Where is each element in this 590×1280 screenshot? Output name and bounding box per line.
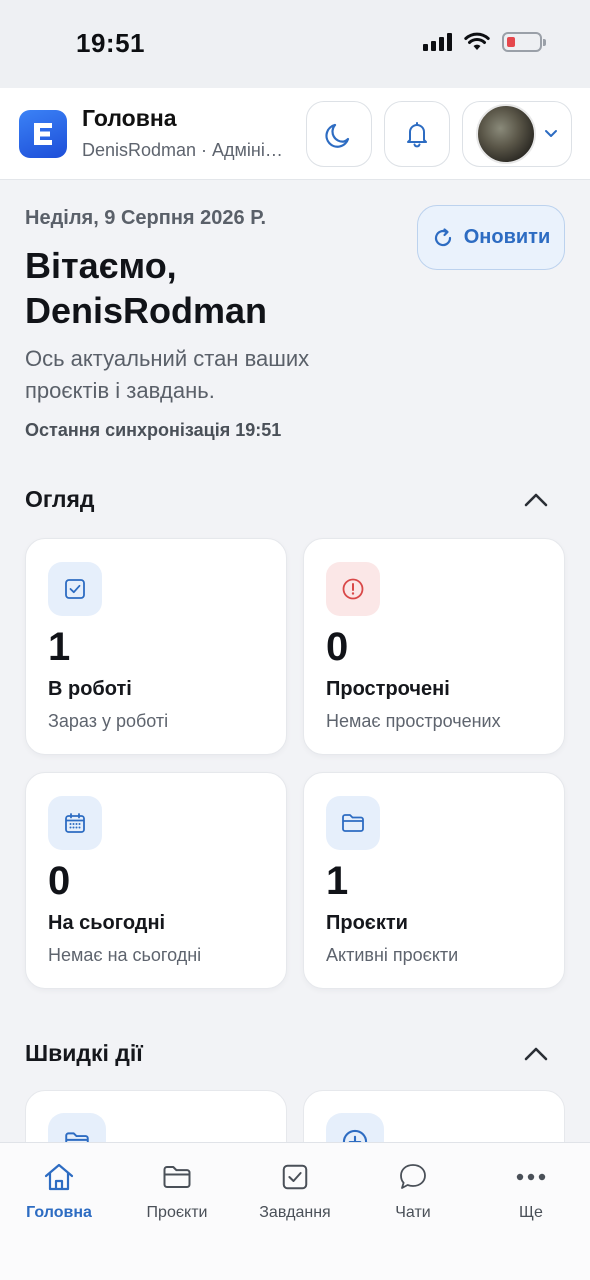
stat-label: Проєкти [326, 912, 408, 934]
greeting-line: Вітаємо, [25, 245, 177, 286]
tab-chats[interactable]: Чати [354, 1143, 472, 1233]
alert-circle-icon [326, 562, 380, 616]
stat-label: В роботі [48, 678, 132, 700]
stat-description: Немає прострочених [326, 711, 501, 731]
chat-icon [400, 1164, 426, 1189]
user-role-subtitle: DenisRodman · Адміністратор [82, 140, 287, 160]
moon-icon [325, 123, 350, 148]
cellular-signal-icon [423, 33, 452, 51]
tab-label: Завдання [259, 1204, 331, 1221]
app-logo[interactable] [19, 110, 67, 158]
theme-toggle-button[interactable] [306, 101, 372, 167]
folder-icon [326, 796, 380, 850]
stat-description: Активні проєкти [326, 945, 459, 965]
home-icon [44, 1163, 74, 1191]
stat-card-in-progress[interactable]: 1 В роботі Зараз у роботі [25, 538, 287, 755]
tab-home[interactable]: Головна [0, 1143, 118, 1233]
checkbox-icon [282, 1164, 308, 1190]
collapse-overview-icon[interactable] [522, 490, 550, 510]
calendar-icon [48, 796, 102, 850]
app-header: Головна DenisRodman · Адміністратор [0, 88, 590, 180]
tab-more[interactable]: Ще [472, 1143, 590, 1233]
stat-label: Прострочені [326, 678, 450, 700]
stat-card-today[interactable]: 0 На сьогодні Немає на сьогодні [25, 772, 287, 989]
hero-description: Ось актуальний стан ваших проєктів і зав… [25, 346, 310, 403]
greeting-heading: Вітаємо, DenisRodman [25, 243, 267, 333]
refresh-icon [434, 227, 451, 246]
stat-value: 1 [326, 859, 349, 903]
status-bar: 19:51 [0, 0, 590, 88]
tab-projects[interactable]: Проєкти [118, 1143, 236, 1233]
wifi-icon [464, 32, 490, 50]
bottom-tab-bar: Головна Проєкти Завдання Чати Ще [0, 1142, 590, 1280]
battery-icon [502, 32, 546, 52]
stat-value: 0 [48, 859, 71, 903]
stat-description: Зараз у роботі [48, 711, 169, 731]
refresh-label: Оновити [463, 226, 551, 248]
home-screen: 19:51 Головна DenisRodman · Адміністрато… [0, 0, 590, 1280]
stat-card-overdue[interactable]: 0 Прострочені Немає прострочених [303, 538, 565, 755]
profile-menu-button[interactable] [462, 101, 572, 167]
last-sync-text: Остання синхронізація 19:51 [25, 420, 282, 440]
page-title: Головна [82, 105, 177, 131]
tab-label: Головна [26, 1204, 92, 1221]
overview-section-title: Огляд [25, 486, 95, 512]
refresh-button[interactable]: Оновити [417, 205, 565, 270]
tab-label: Ще [519, 1204, 543, 1221]
stat-description: Немає на сьогодні [48, 945, 202, 965]
tab-tasks[interactable]: Завдання [236, 1143, 354, 1233]
chevron-down-icon [545, 130, 557, 137]
avatar [476, 104, 536, 164]
bell-icon [407, 122, 427, 148]
quick-actions-section-title: Швидкі дії [25, 1040, 143, 1066]
stat-value: 0 [326, 625, 349, 669]
stat-label: На сьогодні [48, 912, 166, 934]
stat-value: 1 [48, 625, 71, 669]
notifications-button[interactable] [384, 101, 450, 167]
folder-icon [163, 1166, 191, 1188]
collapse-quick-actions-icon[interactable] [522, 1044, 550, 1064]
current-date: Неділя, 9 Серпня 2026 Р. [25, 207, 267, 229]
checkbox-icon [48, 562, 102, 616]
tab-label: Чати [395, 1204, 431, 1221]
stat-card-projects[interactable]: 1 Проєкти Активні проєкти [303, 772, 565, 989]
tab-label: Проєкти [146, 1204, 208, 1221]
greeting-username: DenisRodman [25, 290, 268, 331]
more-icon [516, 1173, 546, 1181]
status-time: 19:51 [76, 28, 145, 58]
status-icons [423, 32, 546, 52]
